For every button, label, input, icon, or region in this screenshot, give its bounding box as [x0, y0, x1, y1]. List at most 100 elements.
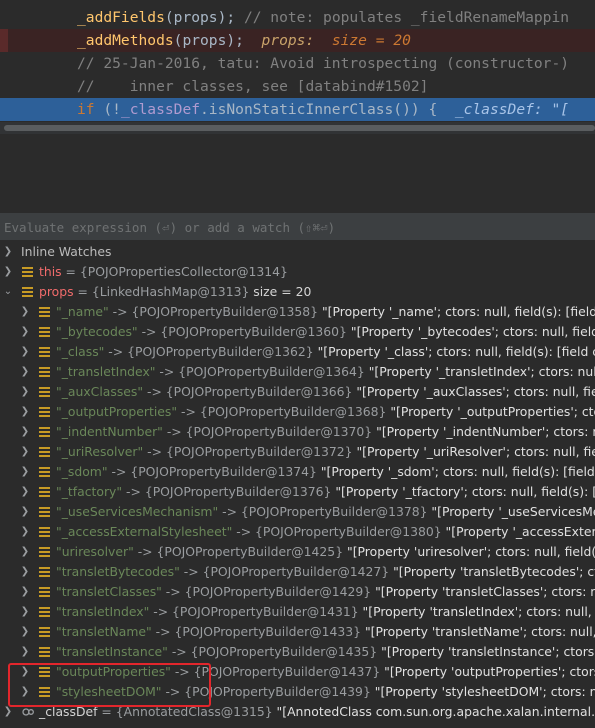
- entry-key: "stylesheetDOM": [56, 684, 162, 699]
- entry-key: "transletIndex": [56, 604, 150, 619]
- chevron-right-icon[interactable]: ❯: [3, 242, 13, 262]
- entry-reference: {POJOPropertyBuilder@1372}: [165, 444, 353, 459]
- map-entry-row[interactable]: ❯ "_useServicesMechanism" -> {POJOPropert…: [0, 502, 595, 522]
- entry-key: "transletName": [56, 624, 152, 639]
- chevron-right-icon[interactable]: ❯: [20, 642, 30, 662]
- code-editor[interactable]: _addFields(props); // note: populates _f…: [0, 0, 595, 122]
- inline-watches-node[interactable]: ❯ Inline Watches: [0, 242, 595, 262]
- field-icon: [39, 666, 50, 678]
- equals-sign: =: [61, 264, 80, 279]
- entry-reference: {POJOPropertyBuilder@1360}: [160, 324, 347, 339]
- code-token: // note: populates _fieldRenameMappin: [243, 9, 570, 26]
- chevron-right-icon[interactable]: ❯: [20, 422, 30, 442]
- code-line-current-execution[interactable]: if (!_classDef.isNonStaticInnerClass()) …: [0, 98, 595, 121]
- chevron-right-icon[interactable]: ❯: [20, 602, 30, 622]
- chevron-right-icon[interactable]: ❯: [20, 322, 30, 342]
- chevron-right-icon[interactable]: ❯: [3, 702, 13, 722]
- chevron-right-icon[interactable]: ❯: [3, 262, 13, 282]
- entry-key: "_uriResolver": [56, 444, 144, 459]
- map-entry-row[interactable]: ❯ "_transletIndex" -> {POJOPropertyBuilde…: [0, 362, 595, 382]
- code-token: _addMethods: [77, 32, 174, 49]
- chevron-right-icon[interactable]: ❯: [20, 462, 30, 482]
- entry-value: "[Property '_outputProperties'; ctors: [386, 404, 595, 419]
- scrollbar-thumb[interactable]: [4, 125, 595, 131]
- chevron-right-icon[interactable]: ❯: [20, 482, 30, 502]
- chevron-right-icon[interactable]: ❯: [20, 562, 30, 582]
- map-entry-row[interactable]: ❯ "transletBytecodes" -> {POJOPropertyBui…: [0, 562, 595, 582]
- code-line[interactable]: // 25-Jan-2016, tatu: Avoid introspectin…: [0, 52, 595, 75]
- map-entry-row[interactable]: ❯ "outputProperties" -> {POJOPropertyBuil…: [0, 662, 595, 682]
- entry-value: "[Property 'transletIndex'; ctors: null,…: [358, 604, 595, 619]
- entry-value: "[Property '_name'; ctors: null, field(s…: [318, 304, 595, 319]
- field-icon: [39, 486, 50, 498]
- chevron-down-icon[interactable]: ⌄: [3, 282, 13, 302]
- entry-key: "_transletIndex": [56, 364, 156, 379]
- map-entry-row[interactable]: ❯ "_auxClasses" -> {POJOPropertyBuilder@1…: [0, 382, 595, 402]
- map-entry-row[interactable]: ❯ "transletClasses" -> {POJOPropertyBuild…: [0, 582, 595, 602]
- entry-reference: {POJOPropertyBuilder@1378}: [240, 504, 428, 519]
- field-icon: [39, 406, 50, 418]
- variable-row-this[interactable]: ❯ this = {POJOPropertiesCollector@1314}: [0, 262, 595, 282]
- chevron-right-icon[interactable]: ❯: [20, 682, 30, 702]
- map-entry-row[interactable]: ❯ "transletName" -> {POJOPropertyBuilder@…: [0, 622, 595, 642]
- field-icon: [39, 346, 50, 358]
- editor-empty-area: [0, 134, 595, 214]
- entry-value: "[Property '_sdom'; ctors: null, field(s…: [316, 464, 595, 479]
- chevron-right-icon[interactable]: ❯: [20, 502, 30, 522]
- entry-key: "_useServicesMechanism": [56, 504, 219, 519]
- chevron-right-icon[interactable]: ❯: [20, 302, 30, 322]
- variable-row-classdef[interactable]: ❯ _classDef = {AnnotatedClass@1315} "[An…: [0, 702, 595, 722]
- variable-value: {LinkedHashMap@1313}: [91, 284, 250, 299]
- map-entry-row[interactable]: ❯ "_name" -> {POJOPropertyBuilder@1358} "…: [0, 302, 595, 322]
- field-icon: [39, 426, 50, 438]
- entry-reference: {POJOPropertyBuilder@1366}: [165, 384, 353, 399]
- entry-arrow: ->: [151, 624, 175, 639]
- map-entry-row[interactable]: ❯ "_class" -> {POJOPropertyBuilder@1362} …: [0, 342, 595, 362]
- chevron-right-icon[interactable]: ❯: [20, 662, 30, 682]
- chevron-right-icon[interactable]: ❯: [20, 542, 30, 562]
- chevron-right-icon[interactable]: ❯: [20, 382, 30, 402]
- map-entry-row[interactable]: ❯ "uriresolver" -> {POJOPropertyBuilder@1…: [0, 542, 595, 562]
- map-entry-row[interactable]: ❯ "_indentNumber" -> {POJOPropertyBuilder…: [0, 422, 595, 442]
- map-entry-row[interactable]: ❯ "_tfactory" -> {POJOPropertyBuilder@137…: [0, 482, 595, 502]
- map-entry-row[interactable]: ❯ "stylesheetDOM" -> {POJOPropertyBuilder…: [0, 682, 595, 702]
- chevron-right-icon[interactable]: ❯: [20, 582, 30, 602]
- entry-value: "[Property 'stylesheetDOM'; ctors: nu: [370, 684, 595, 699]
- entry-value: "[Property '_transletIndex'; ctors: null…: [364, 364, 595, 379]
- breakpoint-gutter-marker[interactable]: [0, 29, 8, 52]
- chevron-right-icon[interactable]: ❯: [20, 442, 30, 462]
- variable-row-props[interactable]: ⌄ props = {LinkedHashMap@1313} size = 20: [0, 282, 595, 302]
- field-icon: [39, 586, 50, 598]
- map-entry-row[interactable]: ❯ "_outputProperties" -> {POJOPropertyBui…: [0, 402, 595, 422]
- chevron-right-icon[interactable]: ❯: [20, 342, 30, 362]
- map-entry-row[interactable]: ❯ "_sdom" -> {POJOPropertyBuilder@1374} "…: [0, 462, 595, 482]
- entry-arrow: ->: [122, 484, 145, 499]
- map-entry-row[interactable]: ❯ "_bytecodes" -> {POJOPropertyBuilder@13…: [0, 322, 595, 342]
- map-entry-row[interactable]: ❯ "transletInstance" -> {POJOPropertyBuil…: [0, 642, 595, 662]
- watch-eye-icon: [22, 708, 34, 716]
- entry-key: "transletInstance": [56, 644, 168, 659]
- field-icon: [39, 366, 50, 378]
- map-entry-row[interactable]: ❯ "transletIndex" -> {POJOPropertyBuilder…: [0, 602, 595, 622]
- code-line-breakpoint[interactable]: _addMethods(props); props: size = 20: [0, 29, 595, 52]
- entry-reference: {POJOPropertyBuilder@1429}: [184, 584, 372, 599]
- editor-horizontal-scrollbar[interactable]: [0, 122, 595, 134]
- evaluate-expression-input[interactable]: [0, 214, 595, 240]
- chevron-right-icon[interactable]: ❯: [20, 362, 30, 382]
- map-entry-row[interactable]: ❯ "_uriResolver" -> {POJOPropertyBuilder@…: [0, 442, 595, 462]
- code-line[interactable]: _addFields(props); // note: populates _f…: [0, 6, 595, 29]
- field-icon: [22, 286, 33, 298]
- entry-key: "_tfactory": [56, 484, 123, 499]
- chevron-right-icon[interactable]: ❯: [20, 402, 30, 422]
- chevron-right-icon[interactable]: ❯: [20, 522, 30, 542]
- entry-value: "[Property '_class'; ctors: null, field(…: [313, 344, 595, 359]
- entry-value: "[Property '_bytecodes'; ctors: null, fi…: [346, 324, 595, 339]
- chevron-right-icon[interactable]: ❯: [20, 622, 30, 642]
- code-line[interactable]: // inner classes, see [databind#1502]: [0, 75, 595, 98]
- evaluate-expression-bar: [0, 214, 595, 240]
- entry-value: "[Property '_useServicesMe: [427, 504, 595, 519]
- entry-reference: {POJOPropertyBuilder@1439}: [184, 684, 371, 699]
- field-icon: [39, 606, 50, 618]
- map-entry-row[interactable]: ❯ "_accessExternalStylesheet" -> {POJOPro…: [0, 522, 595, 542]
- entry-value: "[Property '_accessExtern: [441, 524, 595, 539]
